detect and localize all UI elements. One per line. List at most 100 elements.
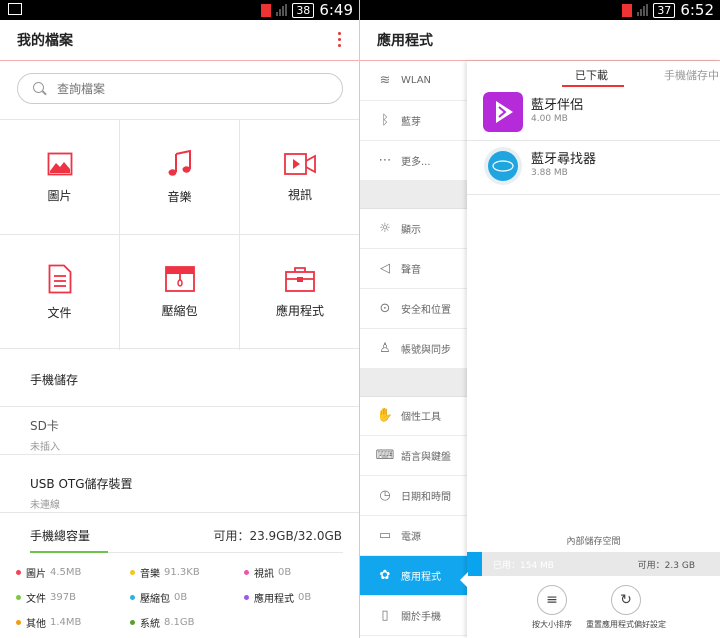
sidebar-item-accounts[interactable]: ♙ 帳號與同步 (360, 329, 467, 369)
speaker-icon: ◁ (380, 261, 390, 276)
storage-label: 內部儲存空間 (566, 537, 621, 547)
sidebar-item-language[interactable]: ⌨ 語言與鍵盤 (360, 436, 467, 476)
legend-dot (16, 595, 21, 600)
settings-sidebar: ≋ WLAN ᛒ 藍芽 ⋯ 更多... ☼ 顯示 ◁ 聲音 ⊙ 安全和位置 ♙ 帳號與同步 ✋… (360, 61, 467, 638)
legend-value: 8.1GB (164, 617, 195, 628)
legend-label: 應用程式 (254, 594, 294, 605)
sidebar-item-label: 個性工具 (401, 412, 441, 423)
sim-icon (622, 3, 633, 17)
overflow-menu-icon[interactable] (338, 32, 344, 47)
category-label: 圖片 (47, 188, 72, 203)
person-icon: ♙ (379, 341, 391, 356)
sidebar-section-gap (360, 369, 467, 397)
apps-panel: 已下載 手機儲存中 藍牙伴侶 4.00 MB 藍牙尋找器 3.88 MB 內部儲… (467, 61, 720, 638)
apps-grid-icon: ✿ (379, 568, 391, 583)
sidebar-item-label: 日期和時間 (401, 492, 451, 503)
hand-icon: ✋ (376, 408, 394, 423)
capacity-tab-indicator (30, 551, 108, 553)
sidebar-item-display[interactable]: ☼ 顯示 (360, 209, 467, 249)
sidebar-item-sound[interactable]: ◁ 聲音 (360, 249, 467, 289)
legend-value: 0B (298, 592, 312, 603)
sidebar-item-label: 聲音 (401, 265, 421, 276)
sidebar-item-wlan[interactable]: ≋ WLAN (360, 61, 467, 101)
app-name: 藍牙伴侶 (531, 98, 584, 113)
battery-level: 37 (653, 2, 676, 18)
document-icon (48, 264, 71, 294)
sidebar-item-security[interactable]: ⊙ 安全和位置 (360, 289, 467, 329)
usb-otg-row[interactable]: USB OTG儲存裝置 未連線 (0, 455, 359, 513)
capacity-heading: 手機總容量 (30, 529, 91, 543)
sidebar-item-apps[interactable]: ✿ 應用程式 (360, 556, 467, 596)
storage-row-title: SD卡 (30, 419, 59, 433)
category-video[interactable]: 視訊 (240, 120, 359, 235)
sd-card-row[interactable]: SD卡 未插入 (0, 407, 359, 455)
category-music[interactable]: 音樂 (120, 120, 240, 235)
sidebar-item-power[interactable]: ▭ 電源 (360, 516, 467, 556)
search-bar[interactable] (17, 73, 343, 104)
status-bar: 37 6:52 (360, 0, 720, 20)
legend-label: 音樂 (140, 569, 160, 580)
sidebar-item-bluetooth[interactable]: ᛒ 藍芽 (360, 101, 467, 141)
briefcase-icon (285, 267, 315, 292)
bluetooth-companion-app-icon (483, 92, 523, 132)
storage-row-status: 未插入 (30, 442, 60, 453)
legend-label: 系統 (140, 619, 160, 630)
legend-value: 4.5MB (50, 567, 82, 578)
category-images[interactable]: 圖片 (0, 120, 120, 235)
app-name: 藍牙尋找器 (531, 152, 597, 167)
signal-icon (276, 4, 288, 16)
app-bar: 應用程式 (360, 20, 720, 61)
storage-used-fill (467, 552, 483, 576)
legend-dot (244, 570, 249, 575)
category-label: 壓縮包 (161, 304, 198, 318)
legend-value: 0B (174, 592, 188, 603)
search-input[interactable] (57, 81, 307, 96)
sidebar-item-tools[interactable]: ✋ 個性工具 (360, 396, 467, 436)
sidebar-item-label: 語言與鍵盤 (401, 452, 451, 463)
category-archives[interactable]: 壓縮包 (120, 235, 240, 350)
legend-item: 圖片 4.5MB (16, 565, 81, 580)
sidebar-item-label: WLAN (401, 75, 432, 86)
legend-item: 系統 8.1GB (130, 615, 195, 630)
storage-row-status: 未連線 (30, 500, 60, 511)
app-list-item[interactable]: 藍牙伴侶 4.00 MB (467, 87, 720, 141)
apps-tabs: 已下載 手機儲存中 (467, 61, 720, 88)
image-icon (47, 152, 72, 175)
capacity-available: 可用：23.9GB/32.0GB (213, 529, 342, 543)
search-icon (32, 81, 48, 97)
legend-item: 應用程式 0B (244, 590, 311, 605)
battery-icon: ▭ (378, 528, 392, 543)
keyboard-icon: ⌨ (375, 448, 395, 463)
sidebar-item-about[interactable]: ▯ 關於手機 (360, 596, 467, 636)
storage-row-title: 手機儲存 (30, 373, 79, 387)
storage-used: 已用：154 MB (493, 561, 554, 571)
sidebar-item-datetime[interactable]: ◷ 日期和時間 (360, 476, 467, 516)
category-apps[interactable]: 應用程式 (240, 235, 359, 350)
sidebar-item-more[interactable]: ⋯ 更多... (360, 141, 467, 181)
legend-item: 其他 1.4MB (16, 615, 81, 630)
legend-dot (130, 620, 135, 625)
legend-value: 1.4MB (50, 617, 82, 628)
app-list-item[interactable]: 藍牙尋找器 3.88 MB (467, 141, 720, 195)
sidebar-section-gap (360, 181, 467, 209)
location-pin-icon: ⊙ (379, 301, 391, 316)
battery-level: 38 (292, 2, 315, 18)
category-label: 音樂 (167, 189, 192, 204)
category-label: 文件 (47, 306, 72, 320)
legend-value: 0B (278, 567, 292, 578)
brightness-icon: ☼ (379, 221, 391, 236)
tab-phone-storage[interactable]: 手機儲存中 (664, 67, 719, 83)
phone-storage-row[interactable]: 手機儲存 (0, 349, 359, 407)
tab-downloaded[interactable]: 已下載 (575, 67, 608, 83)
sidebar-item-label: 電源 (401, 532, 421, 543)
sidebar-item-label: 顯示 (401, 225, 421, 236)
legend-label: 其他 (26, 619, 46, 630)
bluetooth-icon: ᛒ (381, 113, 389, 128)
signal-icon (637, 4, 649, 16)
status-bar: 38 6:49 (0, 0, 359, 20)
reset-app-preferences-button[interactable]: ↻ 重置應用程式偏好設定 (581, 585, 671, 630)
legend-label: 文件 (26, 594, 46, 605)
category-documents[interactable]: 文件 (0, 235, 120, 350)
app-size: 4.00 MB (531, 114, 568, 124)
sidebar-item-label: 更多... (401, 157, 431, 168)
